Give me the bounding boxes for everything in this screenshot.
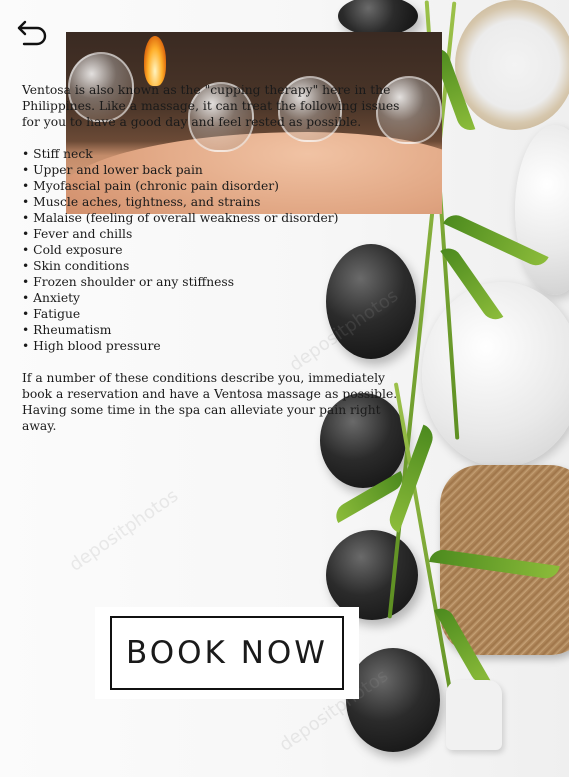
oil-bottle — [446, 680, 502, 750]
list-item: Stiff neck — [22, 146, 412, 162]
list-item: Cold exposure — [22, 242, 412, 258]
closing-paragraph: If a number of these conditions describe… — [22, 371, 398, 433]
list-item: Anxiety — [22, 290, 412, 306]
ventosa-description: Ventosa is also known as the "cupping th… — [22, 82, 412, 434]
back-arrow-icon[interactable] — [16, 18, 50, 48]
list-item: Frozen shoulder or any stiffness — [22, 274, 412, 290]
book-now-button[interactable]: BOOK NOW — [110, 616, 344, 690]
list-item: Fever and chills — [22, 226, 412, 242]
salt-bowl — [455, 0, 569, 130]
list-item: Fatigue — [22, 306, 412, 322]
intro-paragraph: Ventosa is also known as the "cupping th… — [22, 83, 400, 129]
list-item: Rheumatism — [22, 322, 412, 338]
list-item: Muscle aches, tightness, and strains — [22, 194, 412, 210]
list-item: High blood pressure — [22, 338, 412, 354]
list-item: Upper and lower back pain — [22, 162, 412, 178]
book-now-card: BOOK NOW — [95, 607, 359, 699]
conditions-list: Stiff neck Upper and lower back pain Myo… — [22, 146, 412, 354]
list-item: Malaise (feeling of overall weakness or … — [22, 210, 412, 226]
list-item: Skin conditions — [22, 258, 412, 274]
photo-flame — [144, 36, 166, 86]
list-item: Myofascial pain (chronic pain disorder) — [22, 178, 412, 194]
